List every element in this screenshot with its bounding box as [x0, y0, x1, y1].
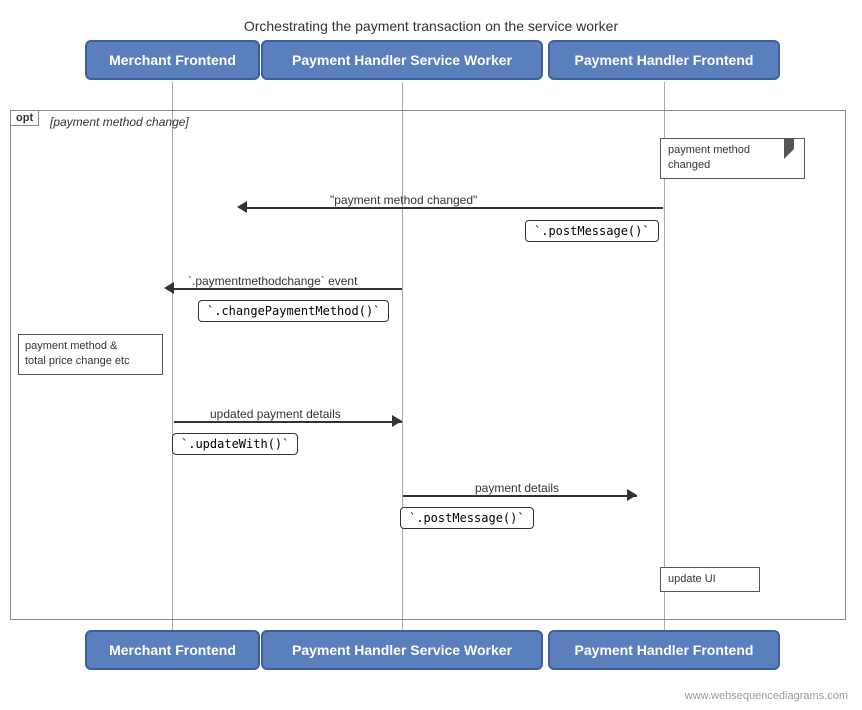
side-note-payment: payment method & total price change etc	[18, 334, 163, 375]
arrow-line-2	[174, 288, 402, 290]
arrow-label-3: updated payment details	[210, 407, 341, 421]
actor-merchant-bottom: Merchant Frontend	[85, 630, 260, 670]
opt-condition: [payment method change]	[50, 115, 189, 129]
actor-serviceworker-top: Payment Handler Service Worker	[261, 40, 543, 80]
diagram: Orchestrating the payment transaction on…	[0, 0, 862, 710]
actor-serviceworker-bottom: Payment Handler Service Worker	[261, 630, 543, 670]
arrow-line-3	[174, 421, 402, 423]
arrow-label-2: `.paymentmethodchange` event	[188, 274, 357, 288]
method-updatewith: `.updateWith()`	[172, 433, 298, 455]
opt-tag: opt	[10, 110, 39, 126]
watermark: www.websequencediagrams.com	[685, 690, 848, 702]
method-postmessage-2: `.postMessage()`	[400, 507, 534, 529]
arrow-head-3	[392, 415, 402, 427]
note-payment-method-changed: payment method changed	[660, 138, 805, 179]
actor-phfrontend-top: Payment Handler Frontend	[548, 40, 780, 80]
note-update-ui: update UI	[660, 567, 760, 592]
actor-merchant-top: Merchant Frontend	[85, 40, 260, 80]
arrow-head-4	[627, 489, 637, 501]
arrow-label-4: payment details	[475, 481, 559, 495]
arrow-line-4	[403, 495, 637, 497]
method-postmessage-1: `.postMessage()`	[525, 220, 659, 242]
method-changepayment: `.changePaymentMethod()`	[198, 300, 389, 322]
arrow-head-2	[164, 282, 174, 294]
diagram-title: Orchestrating the payment transaction on…	[0, 8, 862, 34]
arrow-head-1	[237, 201, 247, 213]
arrow-line-1	[247, 207, 663, 209]
arrow-label-1: "payment method changed"	[330, 193, 477, 207]
actor-phfrontend-bottom: Payment Handler Frontend	[548, 630, 780, 670]
